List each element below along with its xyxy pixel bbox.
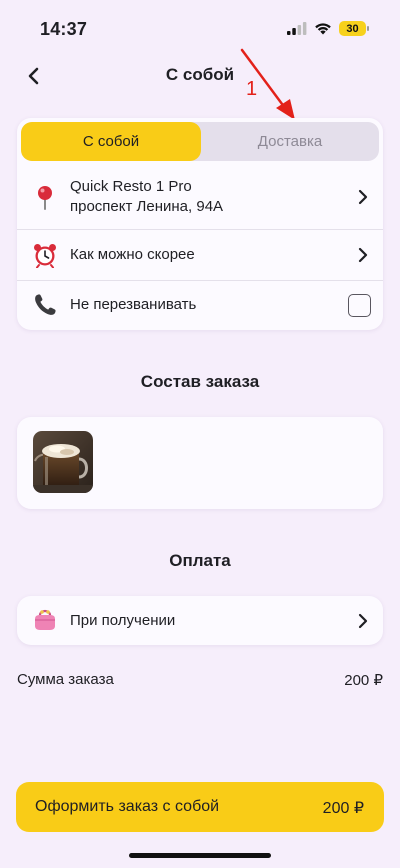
status-icons: 30 <box>287 21 369 36</box>
callback-label: Не перезванивать <box>70 296 197 313</box>
pickup-location-row[interactable]: Quick Resto 1 Pro проспект Ленина, 94А <box>17 166 383 228</box>
chevron-right-icon <box>358 189 368 205</box>
order-items-card <box>17 417 383 509</box>
location-address: проспект Ленина, 94А <box>70 198 224 215</box>
status-bar: 14:37 30 <box>0 0 400 58</box>
checkout-amount: 200 ₽ <box>322 800 364 817</box>
pin-icon <box>31 183 59 211</box>
checkout-button[interactable]: Оформить заказ с собой 200 ₽ <box>16 782 384 832</box>
page-title: С собой <box>165 65 235 84</box>
pickup-location-text: Quick Resto 1 Pro проспект Ленина, 94А <box>70 177 223 217</box>
battery-icon: 30 <box>339 21 369 36</box>
alarm-clock-icon <box>31 241 59 269</box>
order-items-title: Состав заказа <box>140 372 260 391</box>
order-sum-value: 200 ₽ <box>344 672 383 689</box>
order-details-card: С собой Доставка Quick Resto 1 Pro просп… <box>17 118 383 330</box>
phone-icon <box>31 291 59 319</box>
payment-card: При получении <box>17 596 383 645</box>
pickup-time-row[interactable]: Как можно скорее <box>17 230 383 280</box>
wifi-icon <box>315 23 331 35</box>
purse-icon <box>31 606 59 634</box>
nav-bar: С собой <box>0 56 400 96</box>
status-time: 14:37 <box>40 19 88 39</box>
do-not-call-checkbox[interactable] <box>348 294 371 317</box>
order-sum-label: Сумма заказа <box>17 671 114 688</box>
chevron-right-icon <box>358 247 368 263</box>
home-indicator <box>129 853 271 858</box>
tab-delivery[interactable]: Доставка <box>201 122 379 161</box>
order-type-segmented-control: С собой Доставка <box>21 122 379 161</box>
signal-icon <box>287 22 307 35</box>
payment-method-label: При получении <box>70 612 176 629</box>
chevron-right-icon <box>358 613 368 629</box>
tab-pickup[interactable]: С собой <box>21 122 201 161</box>
callback-row: Не перезванивать <box>17 281 383 330</box>
product-image[interactable] <box>33 431 93 493</box>
checkout-label: Оформить заказ с собой <box>35 798 220 815</box>
location-name: Quick Resto 1 Pro <box>70 178 192 195</box>
payment-method-row[interactable]: При получении <box>17 596 383 645</box>
pickup-time-label: Как можно скорее <box>70 246 195 263</box>
payment-title: Оплата <box>169 551 231 570</box>
